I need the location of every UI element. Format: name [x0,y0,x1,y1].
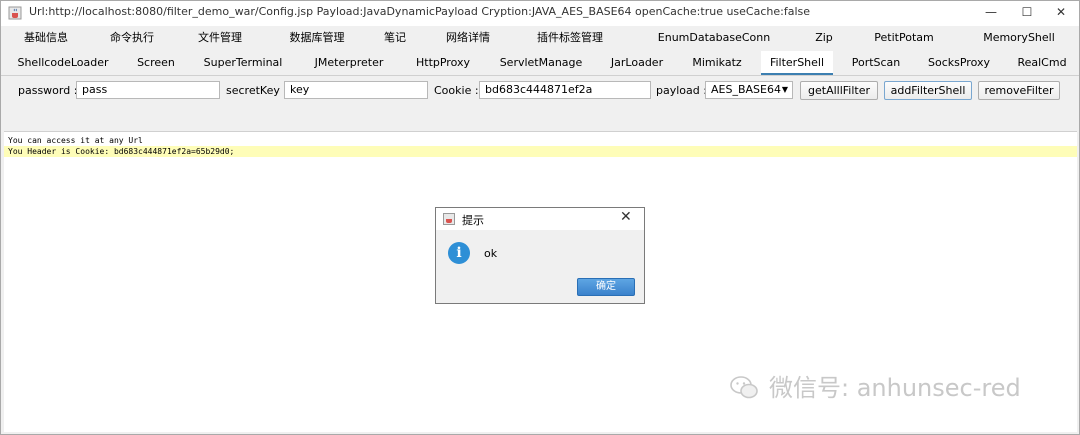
get-all-filter-button[interactable]: getAlllFilter [800,81,878,100]
app-window: Url:http://localhost:8080/filter_demo_wa… [0,0,1080,435]
tab-jar-loader[interactable]: JarLoader [607,51,667,75]
minimize-button[interactable]: — [973,1,1009,25]
tab-port-scan[interactable]: PortScan [847,51,905,75]
title-bar: Url:http://localhost:8080/filter_demo_wa… [1,1,1079,26]
cookie-field[interactable]: bd683c444871ef2a [479,81,651,99]
tab-shellcode-loader[interactable]: ShellcodeLoader [15,51,111,75]
output-line: You can access it at any Url [8,136,143,145]
remove-filter-button[interactable]: removeFilter [978,81,1060,100]
payload-label: payload : [656,84,707,97]
tab-network-details[interactable]: 网络详情 [439,26,497,50]
secretkey-field[interactable]: key [284,81,428,99]
tab-notes[interactable]: 笔记 [377,26,413,50]
add-filter-shell-button[interactable]: addFilterShell [884,81,972,100]
password-field[interactable]: pass [76,81,220,99]
dialog-close-button[interactable]: ✕ [620,209,632,225]
watermark-text: 微信号: anhunsec-red [769,374,1021,402]
tab-mimikatz[interactable]: Mimikatz [687,51,747,75]
payload-selected-value: AES_BASE64 [711,83,781,96]
dialog-ok-button[interactable]: 确定 [577,278,635,296]
tab-screen[interactable]: Screen [133,51,179,75]
tab-petit-potam[interactable]: PetitPotam [867,26,941,50]
tab-row-2: ShellcodeLoader Screen SuperTerminal JMe… [1,51,1079,76]
dialog-title-bar: 提示 ✕ [436,208,644,230]
window-title: Url:http://localhost:8080/filter_demo_wa… [29,5,811,18]
cookie-label: Cookie : [434,84,479,97]
tab-super-terminal[interactable]: SuperTerminal [201,51,285,75]
tab-memory-shell[interactable]: MemoryShell [977,26,1061,50]
tab-zip[interactable]: Zip [807,26,841,50]
output-line-highlighted: You Header is Cookie: bd683c444871ef2a=6… [4,146,1077,157]
info-icon: i [448,242,470,264]
tab-row-1: 基础信息 命令执行 文件管理 数据库管理 笔记 网络详情 插件标签管理 Enum… [1,26,1079,50]
tab-file-manager[interactable]: 文件管理 [191,26,249,50]
filter-shell-form: password : pass secretKey : key Cookie :… [1,81,1079,103]
tab-servlet-manage[interactable]: ServletManage [499,51,583,75]
tab-command-exec[interactable]: 命令执行 [103,26,161,50]
tab-filter-shell[interactable]: FilterShell [761,51,833,75]
tab-jmeterpreter[interactable]: JMeterpreter [311,51,387,75]
tab-http-proxy[interactable]: HttpProxy [411,51,475,75]
secretkey-label: secretKey : [226,84,288,97]
close-button[interactable]: ✕ [1043,1,1079,25]
tab-real-cmd[interactable]: RealCmd [1015,51,1069,75]
wechat-logo-icon [730,376,758,399]
tab-plugin-tag-manager[interactable]: 插件标签管理 [531,26,609,50]
chevron-down-icon: ▼ [781,85,788,94]
tab-basic-info[interactable]: 基础信息 [17,26,75,50]
tab-socks-proxy[interactable]: SocksProxy [925,51,993,75]
tab-enum-database-conn[interactable]: EnumDatabaseConn [655,26,773,50]
maximize-button[interactable]: ☐ [1009,1,1045,25]
password-label: password : [18,84,78,97]
tab-database-manager[interactable]: 数据库管理 [284,26,350,50]
dialog-message: ok [484,247,498,260]
java-cup-icon [443,213,455,225]
payload-select[interactable]: AES_BASE64 ▼ [705,81,793,99]
java-cup-icon [8,6,22,20]
message-dialog: 提示 ✕ i ok 确定 [435,207,645,304]
dialog-title: 提示 [462,214,484,227]
